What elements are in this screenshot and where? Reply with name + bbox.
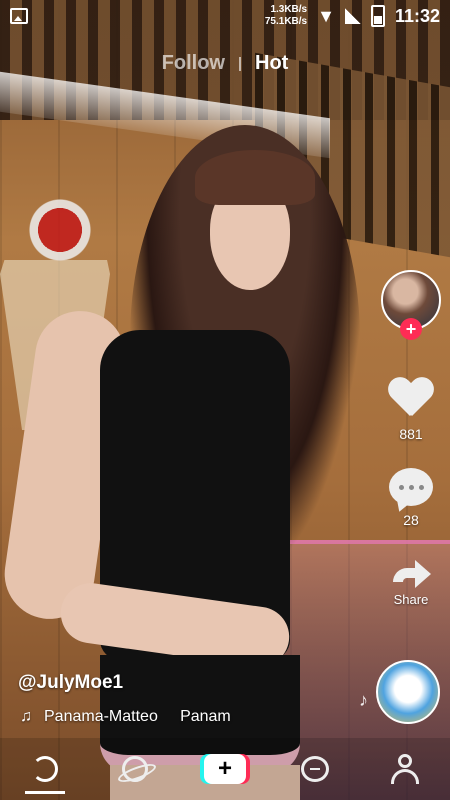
video-info: @JulyMoe1 ♫ Panama-Matteo Panam bbox=[18, 672, 358, 726]
status-time: 11:32 bbox=[394, 5, 440, 26]
status-left bbox=[10, 8, 28, 24]
refresh-home-icon bbox=[32, 756, 58, 782]
comment-icon bbox=[389, 468, 433, 506]
sound-row[interactable]: ♫ Panama-Matteo Panam bbox=[18, 708, 358, 726]
battery-icon bbox=[370, 5, 385, 27]
like-button[interactable]: 881 bbox=[388, 378, 434, 442]
bottom-nav: + bbox=[0, 738, 450, 800]
sound-disc[interactable] bbox=[376, 660, 440, 724]
download-speed: 75.1KB/s bbox=[264, 16, 308, 27]
nav-home[interactable] bbox=[15, 744, 75, 794]
status-bar: 1.3KB/s 75.1KB/s ▼ 11:32 bbox=[0, 0, 450, 32]
comment-dot bbox=[408, 484, 414, 490]
upload-speed: 1.3KB/s bbox=[270, 4, 308, 15]
like-count: 881 bbox=[399, 426, 423, 442]
sound-title: Panama-Matteo Panam bbox=[44, 708, 231, 725]
nav-create[interactable]: + bbox=[195, 744, 255, 794]
signal-icon bbox=[344, 8, 361, 24]
tab-divider bbox=[239, 56, 241, 71]
comment-dot bbox=[418, 484, 424, 490]
nav-discover[interactable] bbox=[105, 744, 165, 794]
wifi-icon: ▼ bbox=[317, 5, 335, 26]
status-right: 1.3KB/s 75.1KB/s ▼ 11:32 bbox=[265, 4, 440, 28]
profile-icon bbox=[391, 754, 419, 784]
creator-avatar-group: + bbox=[381, 270, 441, 340]
gallery-notification-icon bbox=[10, 8, 28, 24]
comment-dot bbox=[398, 484, 404, 490]
share-label: Share bbox=[393, 592, 429, 607]
creator-username[interactable]: @JulyMoe1 bbox=[18, 672, 358, 694]
bangs bbox=[195, 150, 315, 205]
comment-count: 28 bbox=[403, 512, 419, 528]
network-speed: 1.3KB/s 75.1KB/s bbox=[265, 4, 307, 28]
share-icon bbox=[389, 554, 433, 588]
planet-icon bbox=[122, 756, 148, 782]
action-rail: + 881 28 Share bbox=[378, 270, 444, 607]
share-button[interactable]: Share bbox=[389, 554, 433, 607]
tab-hot[interactable]: Hot bbox=[255, 52, 288, 75]
music-note-icon: ♪ bbox=[359, 690, 368, 710]
tiktok-note-icon: ♫ bbox=[20, 708, 32, 725]
nav-inbox[interactable] bbox=[285, 744, 345, 794]
feed-tabs: Follow Hot bbox=[0, 52, 450, 75]
comment-button[interactable]: 28 bbox=[389, 468, 433, 528]
tab-follow[interactable]: Follow bbox=[162, 52, 225, 75]
nav-profile[interactable] bbox=[375, 744, 435, 794]
inbox-icon bbox=[301, 756, 329, 782]
heart-icon bbox=[388, 378, 434, 420]
follow-plus-button[interactable]: + bbox=[400, 318, 422, 340]
active-tab-indicator bbox=[25, 791, 65, 794]
create-plus-button[interactable]: + bbox=[204, 754, 246, 784]
